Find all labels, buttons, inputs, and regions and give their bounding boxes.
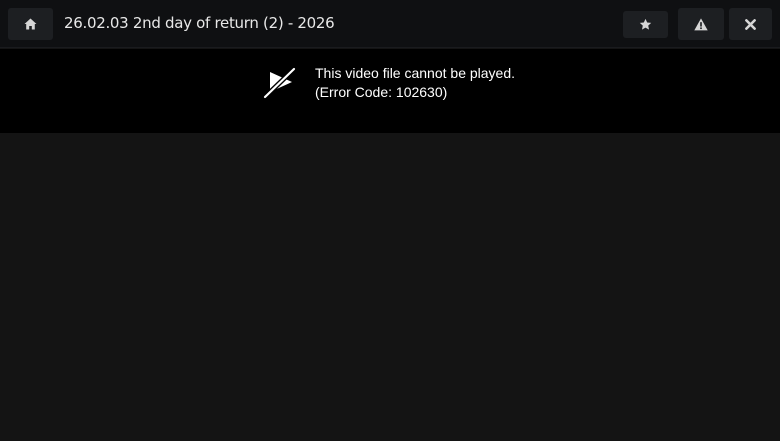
page-content-area xyxy=(0,133,780,441)
video-player[interactable]: This video file cannot be played. (Error… xyxy=(0,49,780,133)
report-button[interactable] xyxy=(678,8,724,40)
error-message: This video file cannot be played. (Error… xyxy=(315,64,515,102)
video-off-icon xyxy=(262,66,298,100)
error-text: This video file cannot be played. xyxy=(315,65,516,81)
home-button[interactable] xyxy=(8,8,53,40)
home-icon xyxy=(24,18,37,30)
top-bar: 26.02.03 2nd day of return (2) - 2026 xyxy=(0,0,780,48)
close-button[interactable] xyxy=(729,8,772,40)
warning-icon xyxy=(694,17,708,31)
page-title: 26.02.03 2nd day of return (2) - 2026 xyxy=(64,14,335,32)
star-icon xyxy=(639,18,652,31)
close-icon xyxy=(745,18,756,30)
error-code: (Error Code: 102630) xyxy=(315,84,448,100)
favorite-button[interactable] xyxy=(623,11,668,38)
